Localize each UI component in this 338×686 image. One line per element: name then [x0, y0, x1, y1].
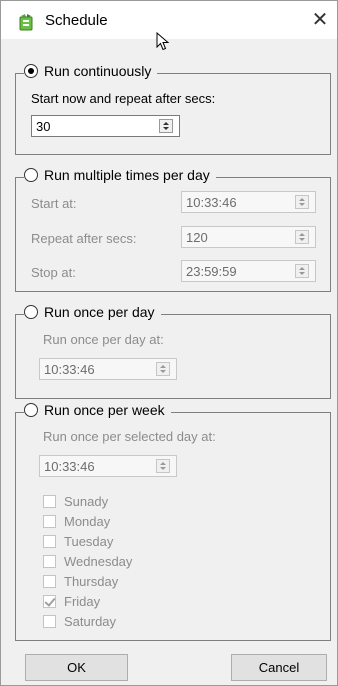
weekly-label: Run once per week	[44, 402, 165, 418]
day-checkbox[interactable]	[43, 535, 56, 548]
cancel-button[interactable]: Cancel	[231, 654, 327, 681]
repeat-after-secs-spinner[interactable]: 120	[181, 226, 316, 248]
radio-run-multiple[interactable]: Run multiple times per day	[24, 167, 216, 183]
radio-run-once-per-day[interactable]: Run once per day	[24, 304, 161, 320]
window-title: Schedule	[45, 12, 108, 29]
day-tuesday[interactable]: Tuesday	[43, 534, 113, 549]
title-bar: Schedule ✕	[1, 1, 337, 51]
day-monday[interactable]: Monday	[43, 514, 110, 529]
radio-button[interactable]	[24, 403, 38, 417]
close-icon[interactable]: ✕	[309, 9, 331, 31]
day-label: Saturday	[64, 614, 117, 629]
spin-arrows-icon[interactable]	[295, 264, 309, 278]
day-checkbox[interactable]	[43, 515, 56, 528]
day-label: Sunady	[64, 494, 109, 509]
day-saturday[interactable]: Saturday	[43, 614, 116, 629]
day-checkbox-checked[interactable]	[43, 595, 56, 608]
radio-button[interactable]	[24, 305, 38, 319]
day-wednesday[interactable]: Wednesday	[43, 554, 132, 569]
start-at-label: Start at:	[31, 196, 77, 211]
daily-group	[15, 314, 331, 399]
spin-arrows-icon[interactable]	[156, 459, 170, 473]
spin-arrows-icon[interactable]	[295, 230, 309, 244]
app-icon	[19, 14, 33, 31]
spin-arrows-icon[interactable]	[156, 362, 170, 376]
day-sunday[interactable]: Sunady	[43, 494, 108, 509]
day-label: Tuesday	[64, 534, 114, 549]
weekly-at-label: Run once per selected day at:	[43, 429, 216, 444]
day-label: Wednesday	[64, 554, 133, 569]
start-at-spinner[interactable]: 10:33:46	[181, 191, 316, 213]
radio-button-checked[interactable]	[24, 64, 38, 78]
multiple-label: Run multiple times per day	[44, 167, 210, 183]
day-label: Thursday	[64, 574, 119, 589]
daily-at-spinner[interactable]: 10:33:46	[39, 358, 177, 380]
daily-label: Run once per day	[44, 304, 155, 320]
spin-arrows-icon[interactable]	[159, 119, 173, 133]
repeat-after-secs-label: Repeat after secs:	[31, 231, 137, 246]
day-friday[interactable]: Friday	[43, 594, 100, 609]
day-checkbox[interactable]	[43, 615, 56, 628]
continuous-label: Run continuously	[44, 63, 152, 79]
repeat-secs-value[interactable]: 30	[32, 119, 179, 134]
day-checkbox[interactable]	[43, 495, 56, 508]
stop-at-label: Stop at:	[31, 265, 76, 280]
radio-run-continuously[interactable]: Run continuously	[24, 63, 158, 79]
schedule-window: Schedule ✕ Run continuously Start now an…	[0, 0, 338, 686]
mouse-pointer-icon	[156, 32, 170, 51]
day-thursday[interactable]: Thursday	[43, 574, 118, 589]
spin-arrows-icon[interactable]	[295, 195, 309, 209]
repeat-secs-spinner[interactable]: 30	[31, 115, 180, 137]
continuous-group	[15, 73, 331, 155]
day-label: Monday	[64, 514, 111, 529]
day-label: Friday	[64, 594, 101, 609]
repeat-after-label: Start now and repeat after secs:	[31, 91, 216, 106]
day-checkbox[interactable]	[43, 575, 56, 588]
daily-at-label: Run once per day at:	[43, 332, 164, 347]
radio-run-once-per-week[interactable]: Run once per week	[24, 402, 171, 418]
stop-at-spinner[interactable]: 23:59:59	[181, 260, 316, 282]
ok-button[interactable]: OK	[25, 654, 128, 681]
weekly-at-spinner[interactable]: 10:33:46	[39, 455, 177, 477]
radio-button[interactable]	[24, 168, 38, 182]
day-checkbox[interactable]	[43, 555, 56, 568]
